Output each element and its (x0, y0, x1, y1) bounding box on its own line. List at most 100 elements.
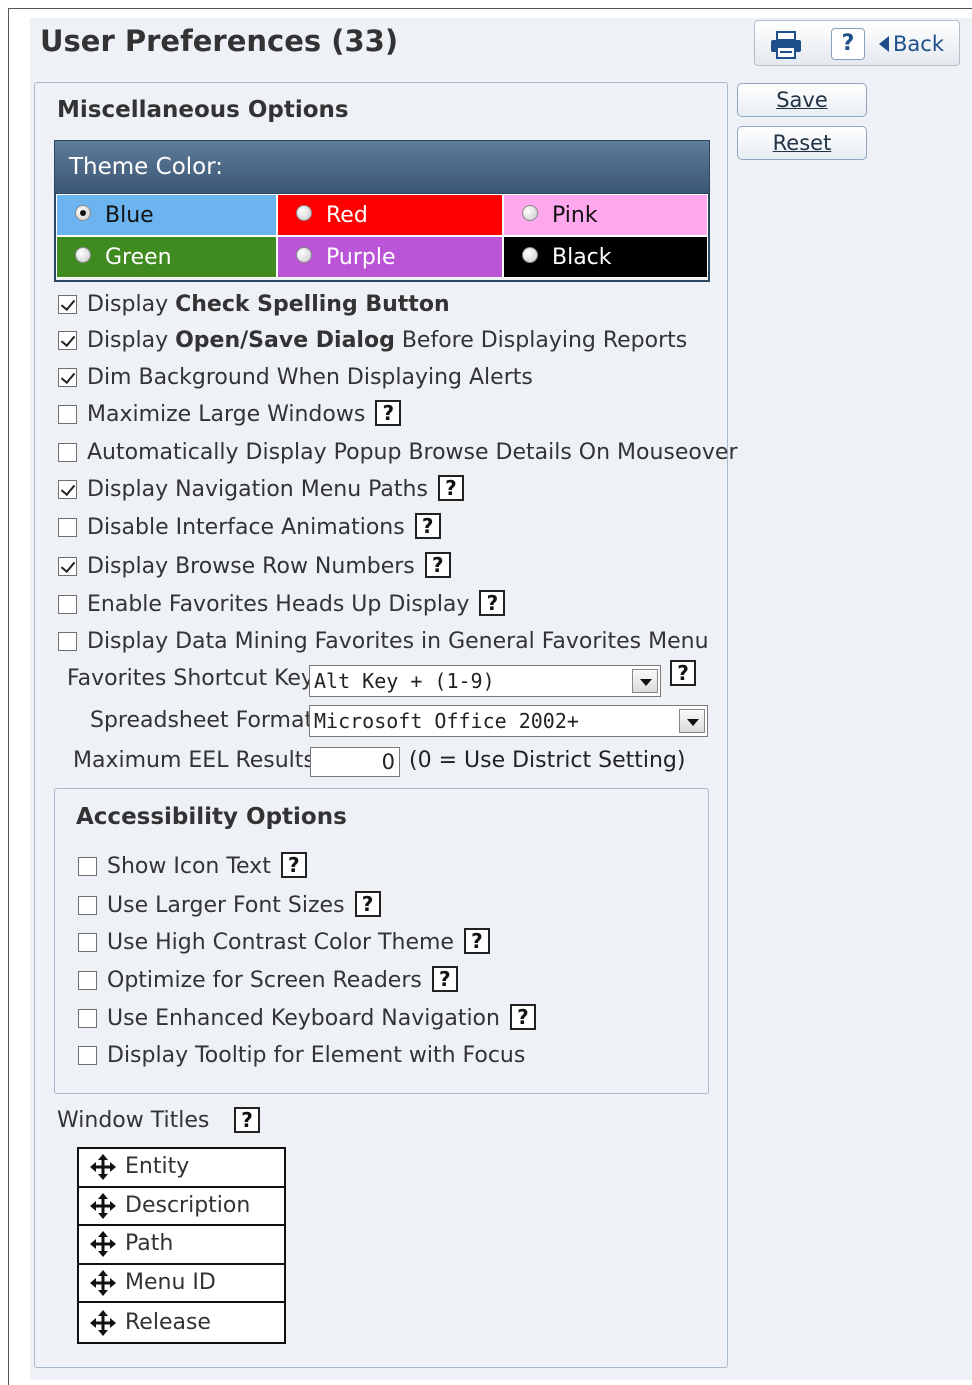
back-label: Back (893, 32, 944, 56)
checkbox[interactable] (58, 443, 77, 462)
checkbox[interactable] (78, 933, 97, 952)
theme-color-header: Theme Color: (54, 140, 710, 194)
option-label: Display Browse Row Numbers (87, 554, 415, 579)
move-icon[interactable] (89, 1192, 117, 1220)
theme-option-label: Black (552, 245, 612, 270)
dropdown-arrow-icon[interactable] (679, 709, 705, 733)
help-icon[interactable]: ? (509, 1004, 536, 1030)
accessibility-option-row: Use Enhanced Keyboard Navigation? (78, 1004, 536, 1034)
checkbox[interactable] (58, 632, 77, 651)
option-label: Display Data Mining Favorites in General… (87, 629, 709, 654)
favorites-shortcut-value: Alt Key + (1-9) (314, 669, 495, 693)
max-eel-label: Maximum EEL Results: (73, 748, 323, 773)
window-title-item[interactable]: Description (79, 1188, 284, 1227)
checkbox[interactable] (78, 1009, 97, 1028)
help-icon[interactable]: ? (463, 928, 490, 954)
window-title-label: Description (125, 1192, 251, 1218)
checkbox[interactable] (58, 368, 77, 387)
dropdown-arrow-icon[interactable] (632, 669, 658, 693)
theme-option-blue[interactable]: Blue (56, 194, 277, 236)
checkbox[interactable] (78, 857, 97, 876)
accessibility-option-row: Display Tooltip for Element with Focus (78, 1041, 525, 1071)
radio-button[interactable] (75, 247, 91, 263)
help-icon[interactable]: ? (414, 513, 441, 539)
checkbox[interactable] (58, 518, 77, 537)
option-row: Maximize Large Windows? (58, 400, 402, 430)
theme-option-label: Purple (326, 245, 396, 270)
window-title-item[interactable]: Release (79, 1303, 284, 1342)
checkbox[interactable] (58, 595, 77, 614)
option-row: Dim Background When Displaying Alerts (58, 363, 533, 393)
window-title-label: Path (125, 1231, 174, 1257)
back-button[interactable]: Back (879, 29, 944, 59)
window-title-item[interactable]: Path (79, 1226, 284, 1265)
help-icon[interactable]: ? (280, 852, 307, 878)
option-row: Display Check Spelling Button (58, 290, 450, 320)
checkbox[interactable] (58, 405, 77, 424)
spreadsheet-format-select[interactable]: Microsoft Office 2002+ (309, 705, 708, 737)
help-icon[interactable]: ? (479, 590, 506, 616)
accessibility-option-row: Show Icon Text? (78, 852, 307, 882)
checkbox[interactable] (58, 480, 77, 499)
help-button[interactable]: ? (831, 28, 865, 60)
radio-button[interactable] (296, 205, 312, 221)
reset-button[interactable]: Reset (737, 126, 867, 160)
theme-option-label: Pink (552, 203, 598, 228)
move-icon[interactable] (89, 1230, 117, 1258)
option-row: Display Open/Save Dialog Before Displayi… (58, 326, 687, 356)
theme-option-pink[interactable]: Pink (503, 194, 708, 236)
print-icon[interactable] (769, 31, 803, 59)
theme-option-green[interactable]: Green (56, 236, 277, 278)
radio-button[interactable] (522, 247, 538, 263)
radio-button[interactable] (522, 205, 538, 221)
checkbox[interactable] (78, 1046, 97, 1065)
accessibility-option-row: Use Larger Font Sizes? (78, 891, 381, 921)
misc-options-title: Miscellaneous Options (57, 97, 349, 123)
checkbox[interactable] (58, 557, 77, 576)
checkbox[interactable] (78, 971, 97, 990)
option-label: Display (87, 292, 176, 317)
checkbox[interactable] (78, 896, 97, 915)
help-icon[interactable]: ? (431, 966, 458, 992)
option-label: Before Displaying Reports (394, 328, 688, 353)
theme-option-label: Red (326, 203, 368, 228)
help-icon[interactable]: ? (670, 660, 696, 686)
top-toolbar: ? Back (754, 20, 960, 66)
favorites-shortcut-label: Favorites Shortcut Key: (67, 666, 320, 691)
window-title-item[interactable]: Entity (79, 1149, 284, 1188)
max-eel-input[interactable]: 0 (310, 747, 400, 777)
back-arrow-icon (879, 36, 889, 52)
move-icon[interactable] (89, 1309, 117, 1337)
option-row: Display Navigation Menu Paths? (58, 475, 464, 505)
move-icon[interactable] (89, 1153, 117, 1181)
theme-option-black[interactable]: Black (503, 236, 708, 278)
option-row: Disable Interface Animations? (58, 513, 441, 543)
help-icon[interactable]: ? (234, 1107, 260, 1133)
save-button[interactable]: Save (737, 83, 867, 117)
option-label: Dim Background When Displaying Alerts (87, 365, 533, 390)
help-icon[interactable]: ? (437, 475, 464, 501)
option-label: Enable Favorites Heads Up Display (87, 592, 470, 617)
checkbox[interactable] (58, 331, 77, 350)
option-label: Maximize Large Windows (87, 402, 366, 427)
window-title-label: Entity (125, 1154, 190, 1180)
window-title-label: Release (125, 1309, 211, 1335)
window-titles-label: Window Titles (57, 1108, 210, 1133)
theme-option-red[interactable]: Red (277, 194, 503, 236)
radio-button[interactable] (296, 247, 312, 263)
option-label: Automatically Display Popup Browse Detai… (87, 440, 738, 465)
move-icon[interactable] (89, 1269, 117, 1297)
checkbox[interactable] (58, 295, 77, 314)
option-row: Display Browse Row Numbers? (58, 552, 451, 582)
accessibility-title: Accessibility Options (76, 804, 347, 830)
max-eel-note: (0 = Use District Setting) (409, 748, 686, 773)
option-label: Use Larger Font Sizes (107, 893, 345, 918)
theme-option-purple[interactable]: Purple (277, 236, 503, 278)
window-title-item[interactable]: Menu ID (79, 1265, 284, 1304)
help-icon[interactable]: ? (424, 552, 451, 578)
favorites-shortcut-select[interactable]: Alt Key + (1-9) (309, 665, 661, 697)
radio-button[interactable] (75, 205, 91, 221)
help-icon[interactable]: ? (354, 891, 381, 917)
option-row: Automatically Display Popup Browse Detai… (58, 438, 738, 468)
help-icon[interactable]: ? (375, 400, 402, 426)
